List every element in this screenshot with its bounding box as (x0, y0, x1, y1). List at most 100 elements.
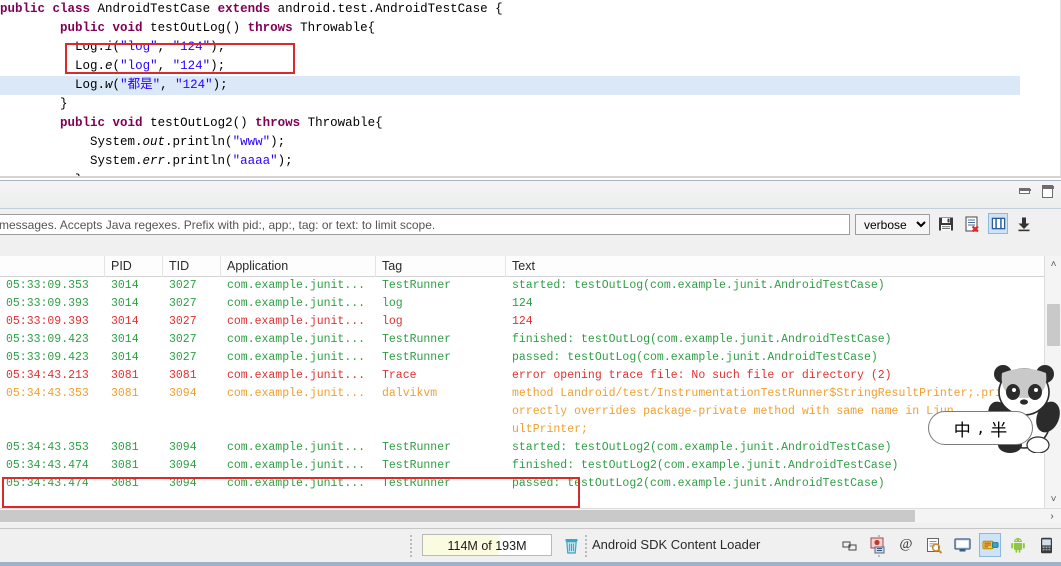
logcat-table[interactable]: PID TID Application Tag Text 05:33:09.35… (0, 256, 1061, 508)
code-token: Throwable{ (300, 116, 383, 130)
table-row[interactable]: 05:33:09.393 3014 3027 com.example.junit...… (0, 295, 1061, 313)
column-header-tid[interactable]: TID (163, 256, 221, 277)
code-token: "124" (175, 78, 213, 92)
code-line[interactable]: Log.w("都是", "124"); (0, 76, 1020, 95)
column-header-text[interactable]: Text (506, 256, 1011, 277)
cell-time: 05:34:43.213 (6, 369, 89, 382)
table-row[interactable]: orrectly overrides package-private metho… (0, 403, 1061, 421)
code-line[interactable]: System.err.println("aaaa"); (0, 152, 1020, 171)
cell-tag: TestRunner (382, 351, 452, 364)
code-token: Log. (0, 59, 106, 73)
code-line[interactable]: public class AndroidTestCase extends and… (0, 0, 1020, 19)
code-token: ); (210, 40, 226, 54)
status-bar-icons: @ (839, 533, 1057, 557)
scroll-up-arrow[interactable]: ˄ (1045, 256, 1061, 273)
monitor-icon[interactable] (951, 533, 973, 557)
column-header-pid[interactable]: PID (105, 256, 163, 277)
code-token: void (112, 21, 143, 35)
clear-log-icon[interactable] (962, 213, 982, 234)
cell-app: com.example.junit... (227, 459, 366, 472)
code-token: .println( (165, 135, 233, 149)
cell-app: com.example.junit... (227, 369, 366, 382)
status-bar: 114M of 193M Android SDK Content Loader (0, 528, 1061, 566)
table-row[interactable]: 05:33:09.423 3014 3027 com.example.junit...… (0, 349, 1061, 367)
at-sign-icon[interactable]: @ (895, 533, 917, 557)
code-line[interactable]: System.out.println("www"); (0, 133, 1020, 152)
table-row[interactable]: ultPrinter; (0, 421, 1061, 439)
cell-pid: 3014 (111, 297, 139, 310)
device-icon[interactable] (1035, 533, 1057, 557)
cell-app: com.example.junit... (227, 297, 366, 310)
code-line[interactable]: public void testOutLog2() throws Throwab… (0, 114, 1020, 133)
table-row[interactable]: 05:33:09.353 3014 3027 com.example.junit...… (0, 277, 1061, 295)
cell-text: passed: testOutLog(com.example.junit.And… (512, 351, 878, 364)
cell-time (0, 421, 105, 439)
code-token: ( (112, 59, 121, 73)
minimize-icon (1019, 188, 1031, 194)
maximize-button[interactable] (1039, 184, 1055, 200)
code-token: void (112, 116, 143, 130)
search-doc-icon[interactable] (923, 533, 945, 557)
column-header-time[interactable] (0, 256, 105, 277)
code-line[interactable]: Log.i("log", "124"); (0, 38, 1020, 57)
cell-pid: 3081 (111, 459, 139, 472)
vertical-scroll-thumb[interactable] (1047, 304, 1060, 346)
code-editor-content[interactable]: public class AndroidTestCase extends and… (0, 0, 1020, 178)
memory-indicator[interactable]: 114M of 193M (422, 534, 552, 556)
table-row[interactable]: 05:34:43.213 3081 3081 com.example.junit...… (0, 367, 1061, 385)
code-line[interactable]: public void testOutLog() throws Throwabl… (0, 19, 1020, 38)
cell-pid: 3081 (111, 477, 139, 490)
scroll-down-arrow[interactable]: ˅ (1045, 491, 1061, 508)
column-header-application[interactable]: Application (221, 256, 376, 277)
code-token: ); (212, 78, 228, 92)
table-row[interactable]: 05:33:09.423 3014 3027 com.example.junit...… (0, 331, 1061, 349)
code-token: i (105, 40, 113, 54)
logcat-horizontal-scrollbar[interactable]: › (0, 508, 1061, 523)
cell-pid: 3081 (111, 441, 139, 454)
log-level-select[interactable]: verbose (855, 214, 930, 235)
cell-pid: 3014 (111, 279, 139, 292)
scroll-lock-icon[interactable] (1014, 213, 1034, 234)
ddms-perspective-icon[interactable] (979, 533, 1001, 557)
table-row[interactable]: 05:34:43.353 3081 3094 com.example.junit...… (0, 439, 1061, 457)
minimize-button[interactable] (1017, 184, 1033, 200)
display-mode-icon[interactable] (988, 213, 1008, 234)
save-log-icon[interactable] (936, 213, 956, 234)
cell-tag (376, 403, 506, 421)
code-token: testOutLog() (142, 21, 248, 35)
cell-time: 05:33:09.393 (6, 297, 89, 310)
android-robot-icon[interactable] (1007, 533, 1029, 557)
cell-pid: 3014 (111, 351, 139, 364)
cell-tid: 3094 (169, 477, 197, 490)
cell-text: method Landroid/test/InstrumentationTest… (512, 387, 1011, 400)
code-token: err (142, 154, 166, 168)
table-row[interactable]: 05:34:43.474 3081 3094 com.example.junit...… (0, 475, 1061, 493)
column-header-tag[interactable]: Tag (376, 256, 506, 277)
scroll-right-arrow[interactable]: › (1045, 509, 1059, 524)
code-editor[interactable]: public class AndroidTestCase extends and… (0, 0, 1061, 178)
table-row[interactable]: 05:34:43.353 3081 3094 com.example.junit...… (0, 385, 1061, 403)
network-icon[interactable] (839, 533, 861, 557)
trash-icon[interactable] (560, 533, 582, 557)
code-token: throws (255, 116, 301, 130)
code-token: throws (247, 21, 293, 35)
cell-text: finished: testOutLog2(com.example.junit.… (512, 459, 899, 472)
memory-label: 114M of 193M (447, 539, 527, 553)
cell-tid (163, 421, 221, 439)
code-token: AndroidTestCase (90, 2, 218, 16)
code-token: "log" (120, 59, 158, 73)
horizontal-scroll-thumb[interactable] (0, 510, 915, 522)
debug-perspective-icon[interactable] (867, 533, 889, 557)
cell-time: 05:34:43.353 (6, 387, 89, 400)
cell-tid: 3027 (169, 279, 197, 292)
table-row[interactable]: 05:33:09.393 3014 3027 com.example.junit...… (0, 313, 1061, 331)
code-line[interactable]: } (0, 95, 1020, 114)
logcat-vertical-scrollbar[interactable]: ˄ ˅ (1044, 256, 1061, 508)
code-token: .println( (165, 154, 233, 168)
table-row[interactable]: 05:34:43.474 3081 3094 com.example.junit...… (0, 457, 1061, 475)
code-line[interactable]: Log.e("log", "124"); (0, 57, 1020, 76)
code-token: ); (277, 154, 293, 168)
logcat-search-input[interactable] (0, 214, 850, 235)
